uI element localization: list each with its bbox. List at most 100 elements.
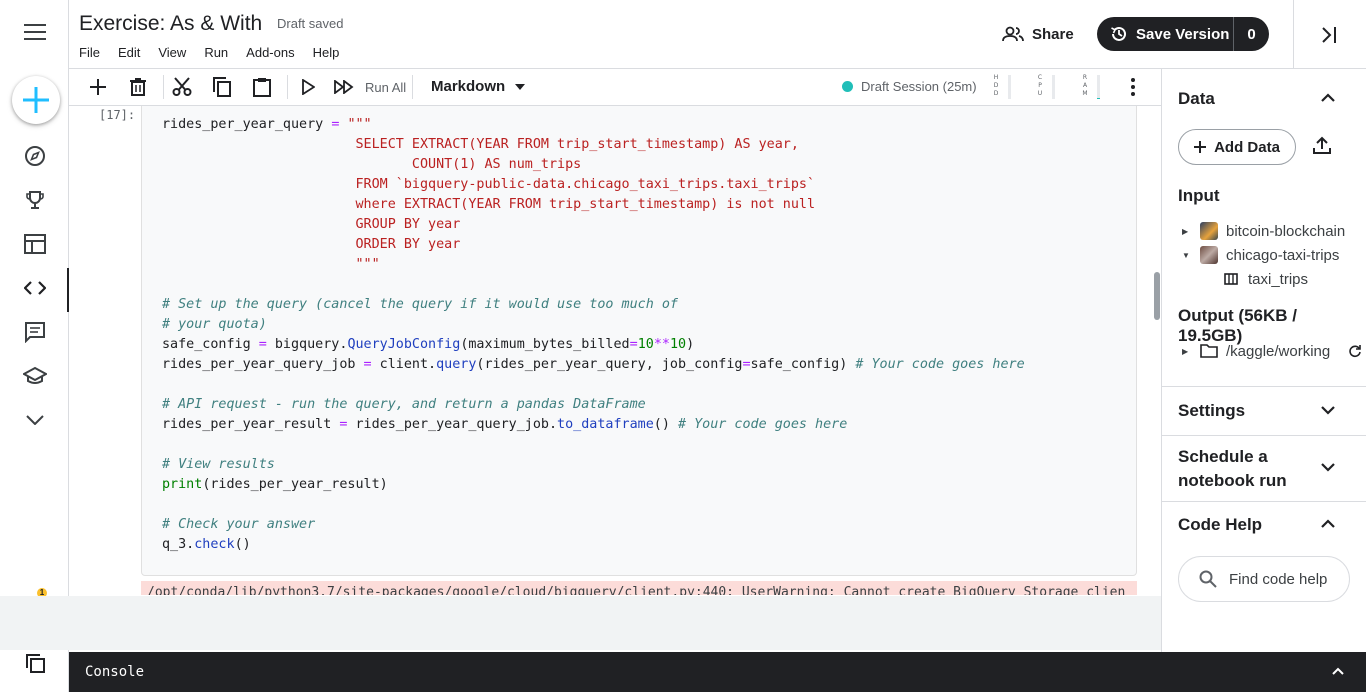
schedule-heading[interactable]: Schedule a notebook run <box>1178 445 1298 493</box>
panel-divider <box>1162 435 1366 436</box>
school-icon[interactable] <box>0 356 69 396</box>
code-line: q_3.check() <box>162 537 251 552</box>
chevron-up-icon[interactable] <box>1316 512 1340 536</box>
code-line: # your quota) <box>162 317 267 332</box>
cell-output-warning: /opt/conda/lib/python3.7/site-packages/g… <box>141 581 1137 595</box>
code-help-heading[interactable]: Code Help <box>1178 515 1262 535</box>
code-line: rides_per_year_query_job = client.query(… <box>162 357 1025 372</box>
header: Exercise: As & With Draft saved File Edi… <box>69 0 1366 69</box>
cell-type-select[interactable]: Markdown <box>431 78 526 95</box>
code-line: rides_per_year_result = rides_per_year_q… <box>162 417 848 432</box>
chevron-down-icon[interactable] <box>1316 455 1340 479</box>
compass-icon[interactable] <box>0 136 69 176</box>
add-cell-icon[interactable] <box>83 73 113 101</box>
chevron-up-icon[interactable] <box>1331 663 1345 679</box>
table-columns-icon <box>1224 273 1238 285</box>
console-bar[interactable]: Console <box>69 652 1366 692</box>
trophy-icon[interactable] <box>0 180 69 220</box>
ram-meter-label: RAM <box>1082 74 1088 97</box>
scrollbar-thumb[interactable] <box>1154 272 1160 320</box>
search-icon <box>1199 570 1217 588</box>
notebook-title[interactable]: Exercise: As & With <box>79 12 262 36</box>
bottom-gray-strip <box>0 596 1161 650</box>
panel-divider <box>1162 386 1366 387</box>
plus-icon <box>23 87 49 113</box>
input-dataset-item[interactable]: ▼ chicago-taxi-trips <box>1182 244 1339 266</box>
layers-icon[interactable] <box>24 652 48 676</box>
add-data-label: Add Data <box>1214 138 1280 156</box>
chevron-up-icon[interactable] <box>1316 86 1340 110</box>
create-button[interactable] <box>12 76 60 124</box>
tree-caret-down-icon: ▼ <box>1182 250 1190 260</box>
toolbar-divider <box>163 75 164 99</box>
code-line: # View results <box>162 457 275 472</box>
session-status[interactable]: Draft Session (25m) <box>842 79 977 94</box>
comment-icon[interactable] <box>0 312 69 352</box>
code-line: rides_per_year_query = """ <box>162 117 372 132</box>
notebook-area: [17]: rides_per_year_query = """ SELECT … <box>69 106 1161 595</box>
code-cell[interactable]: rides_per_year_query = """ SELECT EXTRAC… <box>141 106 1137 576</box>
folder-icon <box>1200 344 1218 358</box>
code-line: COUNT(1) AS num_trips <box>162 157 582 172</box>
menu-help[interactable]: Help <box>313 45 340 60</box>
menu-icon[interactable] <box>0 12 69 52</box>
upload-icon[interactable] <box>1312 135 1336 159</box>
code-icon[interactable] <box>0 268 70 312</box>
table-item[interactable]: taxi_trips <box>1224 268 1308 290</box>
save-version-button[interactable]: Save Version 0 <box>1097 17 1269 51</box>
menu-addons[interactable]: Add-ons <box>246 45 294 60</box>
notebook-toolbar: Run All Markdown Draft Session (25m) HDD… <box>69 69 1161 106</box>
code-editor[interactable]: rides_per_year_query = """ SELECT EXTRAC… <box>162 115 1025 555</box>
ram-meter[interactable]: RAM <box>1082 73 1110 101</box>
run-cell-icon[interactable] <box>293 73 323 101</box>
paste-icon[interactable] <box>247 73 277 101</box>
run-all-label[interactable]: Run All <box>365 80 406 95</box>
data-heading: Data <box>1178 89 1215 108</box>
output-folder-item[interactable]: ▶ /kaggle/working <box>1182 340 1362 362</box>
output-path: /kaggle/working <box>1226 342 1331 360</box>
history-icon <box>1111 26 1126 41</box>
copy-icon[interactable] <box>207 73 237 101</box>
code-line: ORDER BY year <box>162 237 461 252</box>
menu-view[interactable]: View <box>158 45 186 60</box>
table-icon[interactable] <box>0 224 69 264</box>
plus-icon <box>1194 141 1207 153</box>
console-label: Console <box>85 664 145 680</box>
code-line: # Check your answer <box>162 517 316 532</box>
refresh-icon[interactable] <box>1348 344 1362 358</box>
input-heading: Input <box>1178 186 1220 205</box>
collapse-panel-icon[interactable] <box>1314 20 1344 50</box>
panel-divider <box>1162 501 1366 502</box>
input-dataset-item[interactable]: ▶ bitcoin-blockchain <box>1182 220 1345 242</box>
session-label: Draft Session (25m) <box>861 79 977 94</box>
add-data-button[interactable]: Add Data <box>1178 129 1296 165</box>
find-code-help-input[interactable]: Find code help <box>1178 556 1350 602</box>
people-icon <box>1002 26 1024 42</box>
menu-edit[interactable]: Edit <box>118 45 140 60</box>
more-vert-icon[interactable] <box>1119 73 1147 101</box>
hdd-meter-label: HDD <box>993 74 999 97</box>
chevron-down-icon[interactable] <box>0 400 69 440</box>
settings-heading[interactable]: Settings <box>1178 401 1245 421</box>
cut-icon[interactable] <box>167 73 197 101</box>
toolbar-divider <box>287 75 288 99</box>
menu-bar: File Edit View Run Add-ons Help <box>79 45 357 60</box>
table-name: taxi_trips <box>1248 270 1309 288</box>
chevron-down-icon[interactable] <box>1316 398 1340 422</box>
hdd-meter[interactable]: HDD <box>993 73 1021 101</box>
find-code-help-placeholder: Find code help <box>1229 570 1328 588</box>
code-line: SELECT EXTRACT(YEAR FROM trip_start_time… <box>162 137 799 152</box>
code-line: where EXTRACT(YEAR FROM trip_start_times… <box>162 197 816 212</box>
menu-file[interactable]: File <box>79 45 100 60</box>
code-line: """ <box>162 257 380 272</box>
delete-cell-icon[interactable] <box>123 73 153 101</box>
share-label: Share <box>1032 25 1074 43</box>
menu-run[interactable]: Run <box>204 45 228 60</box>
dataset-thumbnail <box>1200 246 1218 264</box>
cpu-meter[interactable]: CPU <box>1037 73 1065 101</box>
share-button[interactable]: Share <box>1002 18 1074 50</box>
code-line: print(rides_per_year_result) <box>162 477 388 492</box>
run-all-icon[interactable] <box>329 73 359 101</box>
